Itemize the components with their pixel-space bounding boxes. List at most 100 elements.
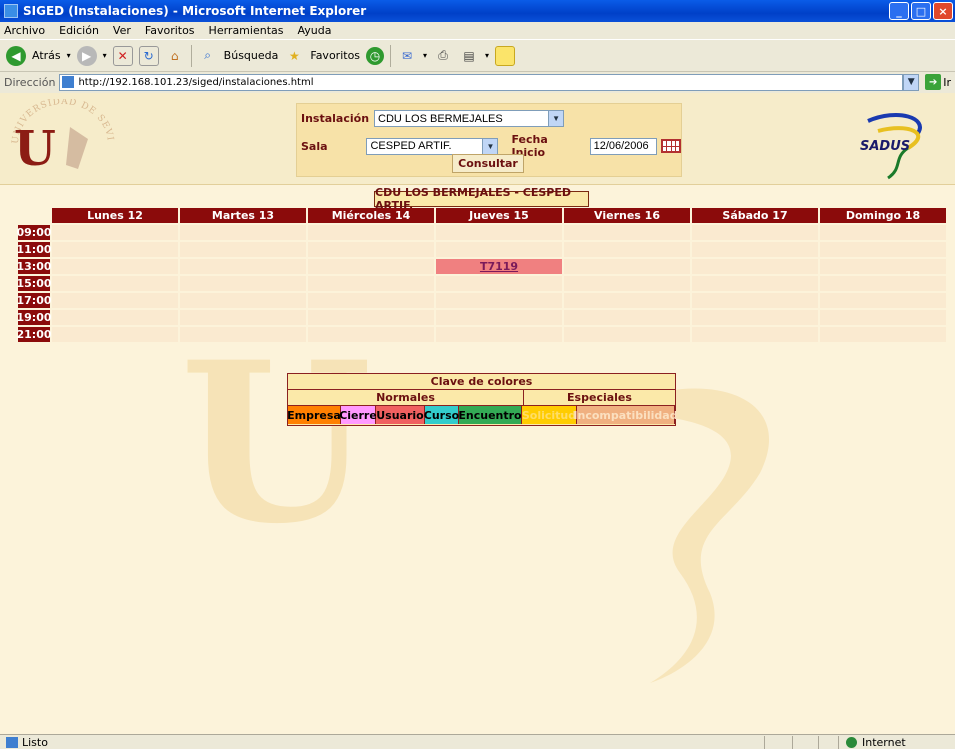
schedule-cell[interactable] <box>52 225 178 240</box>
schedule-cell[interactable] <box>436 225 562 240</box>
schedule-cell[interactable] <box>564 276 690 291</box>
page-content: U UNIVERSIDAD DE SEVILLA U SADUS Instala… <box>0 93 955 734</box>
legend-key-solicitud: Solicitud <box>522 406 577 424</box>
favorites-star-icon[interactable]: ★ <box>284 46 304 66</box>
schedule-cell[interactable] <box>52 293 178 308</box>
schedule-cell[interactable] <box>308 276 434 291</box>
schedule-cell[interactable] <box>52 276 178 291</box>
schedule-cell[interactable] <box>564 259 690 274</box>
schedule-cell[interactable] <box>52 259 178 274</box>
mail-icon[interactable]: ✉ <box>397 46 417 66</box>
schedule-cell[interactable] <box>436 327 562 342</box>
schedule-cell[interactable] <box>820 242 946 257</box>
schedule-cell[interactable] <box>820 293 946 308</box>
schedule-cell[interactable] <box>564 310 690 325</box>
address-input[interactable]: http://192.168.101.23/siged/instalacione… <box>59 73 904 91</box>
address-url[interactable]: http://192.168.101.23/siged/instalacione… <box>78 77 313 88</box>
schedule-cell[interactable] <box>820 327 946 342</box>
calendar-icon[interactable] <box>661 139 681 153</box>
address-dropdown-icon[interactable]: ▼ <box>903 73 920 91</box>
schedule-cell[interactable] <box>436 310 562 325</box>
schedule-cell[interactable] <box>564 225 690 240</box>
schedule-cell[interactable] <box>692 327 818 342</box>
schedule-cell[interactable] <box>180 327 306 342</box>
go-arrow-icon[interactable]: ➔ <box>925 74 942 90</box>
schedule-cell[interactable] <box>308 310 434 325</box>
history-icon[interactable]: ◷ <box>366 46 385 65</box>
home-icon[interactable]: ⌂ <box>165 46 185 66</box>
maximize-button[interactable]: □ <box>911 2 931 20</box>
schedule-cell[interactable] <box>692 259 818 274</box>
go-button-label[interactable]: Ir <box>943 76 951 89</box>
schedule-cell[interactable] <box>52 327 178 342</box>
schedule-cell[interactable] <box>308 293 434 308</box>
forward-dropdown-icon[interactable]: ▾ <box>103 51 107 60</box>
schedule-cell[interactable] <box>308 225 434 240</box>
schedule-cell[interactable] <box>820 276 946 291</box>
schedule-cell[interactable] <box>820 225 946 240</box>
messenger-note-icon[interactable] <box>495 45 516 66</box>
schedule-cell[interactable] <box>564 242 690 257</box>
schedule-cell[interactable] <box>820 259 946 274</box>
legend-key-empresa: Empresa <box>287 406 341 424</box>
menu-ver[interactable]: Ver <box>113 24 131 37</box>
refresh-icon[interactable]: ↻ <box>138 45 159 66</box>
menu-archivo[interactable]: Archivo <box>4 24 45 37</box>
schedule-cell[interactable] <box>308 327 434 342</box>
schedule-cell[interactable] <box>692 225 818 240</box>
menu-ayuda[interactable]: Ayuda <box>297 24 331 37</box>
forward-arrow-icon[interactable]: ▶ <box>76 45 97 66</box>
schedule-cell[interactable] <box>180 242 306 257</box>
security-zone-label: Internet <box>862 735 906 749</box>
schedule-cell[interactable] <box>692 276 818 291</box>
booked-slot[interactable]: T7119 <box>436 259 562 274</box>
edit-icon[interactable]: ▤ <box>459 46 479 66</box>
universidad-sevilla-logo: UNIVERSIDAD DE SEVILLA U <box>8 99 118 179</box>
schedule-cell[interactable] <box>820 310 946 325</box>
schedule-cell[interactable] <box>52 310 178 325</box>
close-button[interactable]: × <box>933 2 953 20</box>
menu-herramientas[interactable]: Herramientas <box>209 24 284 37</box>
fecha-inicio-input[interactable]: 12/06/2006 <box>589 137 658 155</box>
mail-dropdown-icon[interactable]: ▾ <box>423 51 427 60</box>
back-arrow-icon[interactable]: ◀ <box>6 45 26 66</box>
schedule-cell[interactable] <box>564 293 690 308</box>
edit-dropdown-icon[interactable]: ▾ <box>485 51 489 60</box>
back-dropdown-icon[interactable]: ▾ <box>67 51 71 60</box>
hour-label: 17:00 <box>16 293 52 308</box>
schedule-cell[interactable] <box>180 276 306 291</box>
schedule-cell[interactable] <box>308 242 434 257</box>
schedule-cell[interactable] <box>180 259 306 274</box>
schedule-cell[interactable] <box>436 242 562 257</box>
stop-icon[interactable]: ✕ <box>112 45 133 66</box>
schedule-cell[interactable] <box>436 293 562 308</box>
schedule-cell[interactable] <box>692 293 818 308</box>
search-icon[interactable]: ⌕ <box>198 46 218 66</box>
sala-selected-value: CESPED ARTIF. <box>370 140 452 152</box>
schedule-cell[interactable] <box>52 242 178 257</box>
chevron-down-icon[interactable]: ▼ <box>548 111 564 126</box>
schedule-cell[interactable] <box>308 259 434 274</box>
favorites-button-label[interactable]: Favoritos <box>310 49 360 62</box>
consultar-button[interactable]: Consultar <box>452 154 524 173</box>
back-button-label[interactable]: Atrás <box>32 49 61 62</box>
sala-select[interactable]: CESPED ARTIF. ▼ <box>366 137 499 155</box>
search-button-label[interactable]: Búsqueda <box>224 49 279 62</box>
booking-link[interactable]: T7119 <box>480 260 518 273</box>
print-icon[interactable]: ⎙ <box>433 46 453 66</box>
schedule-cell[interactable] <box>180 293 306 308</box>
menu-bar: Archivo Edición Ver Favoritos Herramient… <box>0 22 955 39</box>
schedule-cell[interactable] <box>180 310 306 325</box>
menu-favoritos[interactable]: Favoritos <box>145 24 195 37</box>
schedule-cell[interactable] <box>436 276 562 291</box>
schedule-cell[interactable] <box>564 327 690 342</box>
sadus-logo: SADUS <box>848 103 938 183</box>
schedule-cell[interactable] <box>692 242 818 257</box>
instalacion-select[interactable]: CDU LOS BERMEJALES ▼ <box>374 110 565 127</box>
search-form: Instalación CDU LOS BERMEJALES ▼ Sala CE… <box>296 103 682 177</box>
schedule-cell[interactable] <box>180 225 306 240</box>
minimize-button[interactable]: _ <box>889 2 909 20</box>
schedule-cell[interactable] <box>692 310 818 325</box>
menu-edicion[interactable]: Edición <box>59 24 99 37</box>
chevron-down-icon[interactable]: ▼ <box>482 138 498 154</box>
